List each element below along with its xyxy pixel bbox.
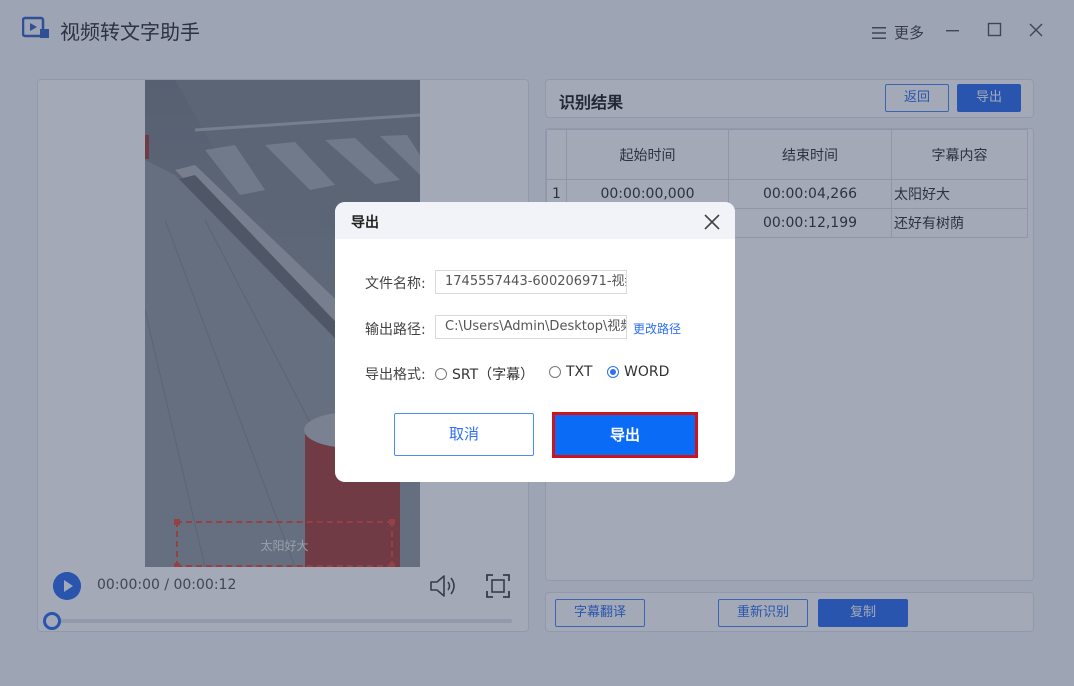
confirm-export-button[interactable]: 导出 <box>552 412 698 458</box>
filename-label: 文件名称: <box>365 276 426 292</box>
path-label: 输出路径: <box>365 322 426 338</box>
path-input[interactable]: C:\Users\Admin\Desktop\视频 <box>435 315 627 339</box>
export-dialog: 导出 文件名称: 1745557443-600206971-视频 输出路径: C… <box>335 202 735 482</box>
radio-srt[interactable] <box>435 368 447 380</box>
radio-word[interactable] <box>607 366 619 378</box>
close-icon[interactable] <box>703 213 721 231</box>
format-srt-label: SRT（字幕） <box>452 367 535 383</box>
format-word-label: WORD <box>624 364 670 380</box>
format-option-txt[interactable]: TXT <box>549 364 592 380</box>
filename-input[interactable]: 1745557443-600206971-视频 <box>435 270 627 294</box>
format-txt-label: TXT <box>566 364 593 380</box>
format-option-word[interactable]: WORD <box>607 364 669 380</box>
dialog-title: 导出 <box>351 215 379 231</box>
dialog-header: 导出 <box>335 202 735 239</box>
radio-txt[interactable] <box>549 366 561 378</box>
format-option-srt[interactable]: SRT（字幕） <box>435 364 534 384</box>
change-path-link[interactable]: 更改路径 <box>633 320 681 337</box>
cancel-button[interactable]: 取消 <box>394 413 534 456</box>
format-label: 导出格式: <box>365 367 426 383</box>
